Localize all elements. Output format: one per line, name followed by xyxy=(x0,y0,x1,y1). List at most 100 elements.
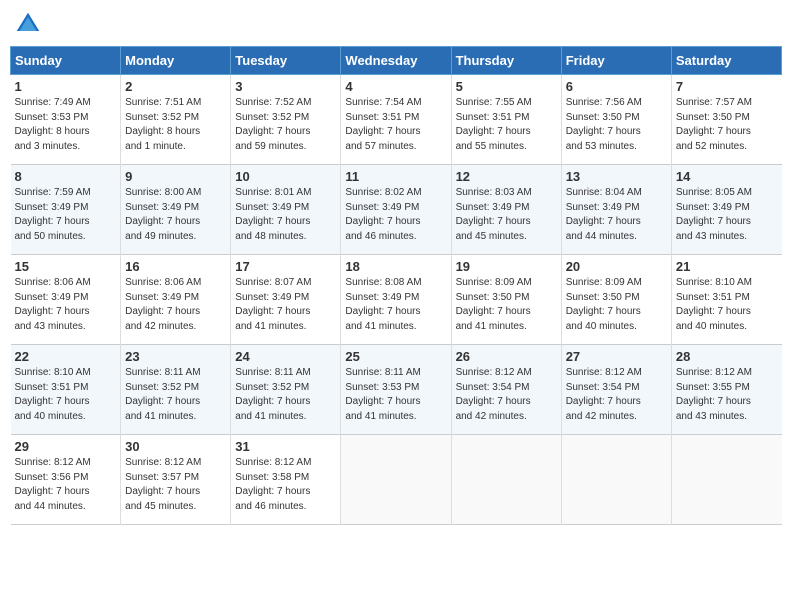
calendar-cell: 18 Sunrise: 8:08 AMSunset: 3:49 PMDayligh… xyxy=(341,255,451,345)
day-number: 8 xyxy=(15,169,117,184)
day-info: Sunrise: 8:09 AMSunset: 3:50 PMDaylight:… xyxy=(566,276,667,334)
day-number: 16 xyxy=(125,259,226,274)
calendar-cell: 6Sunrise: 7:56 AMSunset: 3:50 PMDaylight… xyxy=(561,75,671,165)
day-number: 31 xyxy=(235,439,336,454)
day-number: 11 xyxy=(345,169,446,184)
day-info: Sunrise: 8:09 AMSunset: 3:50 PMDaylight:… xyxy=(456,276,557,334)
header-day: Wednesday xyxy=(341,47,451,75)
day-number: 7 xyxy=(676,79,778,94)
day-info: Sunrise: 7:52 AMSunset: 3:52 PMDaylight:… xyxy=(235,96,336,154)
day-info: Sunrise: 8:11 AMSunset: 3:52 PMDaylight:… xyxy=(235,366,336,424)
day-number: 25 xyxy=(345,349,446,364)
day-info: Sunrise: 7:55 AMSunset: 3:51 PMDaylight:… xyxy=(456,96,557,154)
day-number: 1 xyxy=(15,79,117,94)
day-number: 3 xyxy=(235,79,336,94)
calendar-cell: 28Sunrise: 8:12 AMSunset: 3:55 PMDayligh… xyxy=(671,345,781,435)
header-day: Saturday xyxy=(671,47,781,75)
calendar-cell xyxy=(671,435,781,525)
calendar-table: SundayMondayTuesdayWednesdayThursdayFrid… xyxy=(10,46,782,525)
day-number: 10 xyxy=(235,169,336,184)
day-info: Sunrise: 8:11 AMSunset: 3:52 PMDaylight:… xyxy=(125,366,226,424)
calendar-cell: 17 Sunrise: 8:07 AMSunset: 3:49 PMDayligh… xyxy=(231,255,341,345)
header-row: SundayMondayTuesdayWednesdayThursdayFrid… xyxy=(11,47,782,75)
day-info: Sunrise: 8:06 AMSunset: 3:49 PMDaylight:… xyxy=(125,276,226,334)
day-info: Sunrise: 8:01 AMSunset: 3:49 PMDaylight:… xyxy=(235,186,336,244)
day-number: 24 xyxy=(235,349,336,364)
day-info: Sunrise: 8:08 AMSunset: 3:49 PMDaylight:… xyxy=(345,276,446,334)
day-number: 6 xyxy=(566,79,667,94)
calendar-week: 22Sunrise: 8:10 AMSunset: 3:51 PMDayligh… xyxy=(11,345,782,435)
day-info: Sunrise: 8:12 AMSunset: 3:58 PMDaylight:… xyxy=(235,456,336,514)
calendar-cell: 14 Sunrise: 8:05 AMSunset: 3:49 PMDayligh… xyxy=(671,165,781,255)
day-number: 30 xyxy=(125,439,226,454)
day-info: Sunrise: 8:03 AMSunset: 3:49 PMDaylight:… xyxy=(456,186,557,244)
header xyxy=(10,10,782,38)
calendar-cell: 5 Sunrise: 7:55 AMSunset: 3:51 PMDaylight… xyxy=(451,75,561,165)
day-info: Sunrise: 8:00 AMSunset: 3:49 PMDaylight:… xyxy=(125,186,226,244)
day-number: 21 xyxy=(676,259,778,274)
header-day: Monday xyxy=(121,47,231,75)
calendar-cell: 3 Sunrise: 7:52 AMSunset: 3:52 PMDaylight… xyxy=(231,75,341,165)
calendar-cell: 16 Sunrise: 8:06 AMSunset: 3:49 PMDayligh… xyxy=(121,255,231,345)
day-number: 27 xyxy=(566,349,667,364)
header-day: Sunday xyxy=(11,47,121,75)
day-info: Sunrise: 8:12 AMSunset: 3:57 PMDaylight:… xyxy=(125,456,226,514)
day-number: 26 xyxy=(456,349,557,364)
day-info: Sunrise: 8:12 AMSunset: 3:54 PMDaylight:… xyxy=(456,366,557,424)
calendar-cell: 23 Sunrise: 8:11 AMSunset: 3:52 PMDayligh… xyxy=(121,345,231,435)
calendar-cell: 12 Sunrise: 8:03 AMSunset: 3:49 PMDayligh… xyxy=(451,165,561,255)
calendar-week: 29Sunrise: 8:12 AMSunset: 3:56 PMDayligh… xyxy=(11,435,782,525)
day-number: 5 xyxy=(456,79,557,94)
calendar-cell: 26 Sunrise: 8:12 AMSunset: 3:54 PMDayligh… xyxy=(451,345,561,435)
logo-icon xyxy=(14,10,42,38)
calendar-week: 1 Sunrise: 7:49 AMSunset: 3:53 PMDaylight… xyxy=(11,75,782,165)
logo xyxy=(14,10,46,38)
day-number: 13 xyxy=(566,169,667,184)
day-number: 29 xyxy=(15,439,117,454)
header-day: Thursday xyxy=(451,47,561,75)
day-number: 18 xyxy=(345,259,446,274)
day-info: Sunrise: 8:05 AMSunset: 3:49 PMDaylight:… xyxy=(676,186,778,244)
day-number: 19 xyxy=(456,259,557,274)
calendar-cell: 11 Sunrise: 8:02 AMSunset: 3:49 PMDayligh… xyxy=(341,165,451,255)
day-info: Sunrise: 7:49 AMSunset: 3:53 PMDaylight:… xyxy=(15,96,117,154)
calendar-cell: 24 Sunrise: 8:11 AMSunset: 3:52 PMDayligh… xyxy=(231,345,341,435)
day-info: Sunrise: 8:06 AMSunset: 3:49 PMDaylight:… xyxy=(15,276,117,334)
calendar-cell: 20 Sunrise: 8:09 AMSunset: 3:50 PMDayligh… xyxy=(561,255,671,345)
day-number: 28 xyxy=(676,349,778,364)
calendar-cell: 30 Sunrise: 8:12 AMSunset: 3:57 PMDayligh… xyxy=(121,435,231,525)
day-info: Sunrise: 8:12 AMSunset: 3:54 PMDaylight:… xyxy=(566,366,667,424)
day-info: Sunrise: 8:11 AMSunset: 3:53 PMDaylight:… xyxy=(345,366,446,424)
calendar-cell: 9 Sunrise: 8:00 AMSunset: 3:49 PMDaylight… xyxy=(121,165,231,255)
calendar-cell: 7 Sunrise: 7:57 AMSunset: 3:50 PMDaylight… xyxy=(671,75,781,165)
day-info: Sunrise: 7:54 AMSunset: 3:51 PMDaylight:… xyxy=(345,96,446,154)
calendar-cell: 27 Sunrise: 8:12 AMSunset: 3:54 PMDayligh… xyxy=(561,345,671,435)
day-info: Sunrise: 7:57 AMSunset: 3:50 PMDaylight:… xyxy=(676,96,778,154)
calendar-week: 15Sunrise: 8:06 AMSunset: 3:49 PMDayligh… xyxy=(11,255,782,345)
day-info: Sunrise: 8:04 AMSunset: 3:49 PMDaylight:… xyxy=(566,186,667,244)
calendar-cell: 10 Sunrise: 8:01 AMSunset: 3:49 PMDayligh… xyxy=(231,165,341,255)
calendar-cell: 15Sunrise: 8:06 AMSunset: 3:49 PMDayligh… xyxy=(11,255,121,345)
header-day: Friday xyxy=(561,47,671,75)
day-number: 20 xyxy=(566,259,667,274)
calendar-cell: 1 Sunrise: 7:49 AMSunset: 3:53 PMDaylight… xyxy=(11,75,121,165)
calendar-cell xyxy=(341,435,451,525)
header-day: Tuesday xyxy=(231,47,341,75)
calendar-cell: 22Sunrise: 8:10 AMSunset: 3:51 PMDayligh… xyxy=(11,345,121,435)
calendar-week: 8 Sunrise: 7:59 AMSunset: 3:49 PMDaylight… xyxy=(11,165,782,255)
day-info: Sunrise: 7:51 AMSunset: 3:52 PMDaylight:… xyxy=(125,96,226,154)
day-number: 4 xyxy=(345,79,446,94)
day-info: Sunrise: 7:59 AMSunset: 3:49 PMDaylight:… xyxy=(15,186,117,244)
day-number: 14 xyxy=(676,169,778,184)
calendar-cell: 2Sunrise: 7:51 AMSunset: 3:52 PMDaylight… xyxy=(121,75,231,165)
day-number: 23 xyxy=(125,349,226,364)
calendar-cell: 8 Sunrise: 7:59 AMSunset: 3:49 PMDaylight… xyxy=(11,165,121,255)
day-info: Sunrise: 8:10 AMSunset: 3:51 PMDaylight:… xyxy=(676,276,778,334)
day-number: 17 xyxy=(235,259,336,274)
calendar-cell xyxy=(451,435,561,525)
calendar-cell: 21 Sunrise: 8:10 AMSunset: 3:51 PMDayligh… xyxy=(671,255,781,345)
day-number: 12 xyxy=(456,169,557,184)
day-info: Sunrise: 8:02 AMSunset: 3:49 PMDaylight:… xyxy=(345,186,446,244)
day-info: Sunrise: 8:07 AMSunset: 3:49 PMDaylight:… xyxy=(235,276,336,334)
day-number: 9 xyxy=(125,169,226,184)
